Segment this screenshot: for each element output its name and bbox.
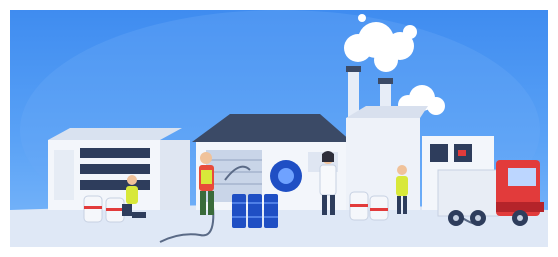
- factory-scene: [10, 10, 548, 247]
- blue-barrels: [232, 194, 278, 228]
- illustration-frame: [10, 10, 548, 247]
